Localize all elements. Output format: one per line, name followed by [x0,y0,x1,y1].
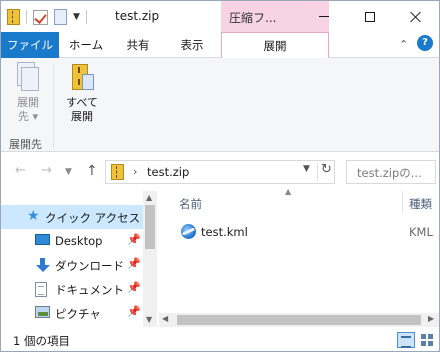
ribbon-divider [53,64,54,148]
toolbar-separator [85,10,87,24]
explorer-window: ▼ test.zip 圧縮フ... ファイル ホーム 共有 表示 展開 ⌃ ? … [0,0,440,352]
address-dropdown-icon[interactable]: ▼ [303,164,310,174]
expand-ribbon-chevron-icon[interactable]: ⌃ [399,38,408,51]
tab-home[interactable]: ホーム [59,32,113,58]
title-bar: ▼ test.zip 圧縮フ... [1,1,439,32]
download-icon [35,258,50,273]
ribbon-panel: 展開 先 ▾ すべて 展開 展開先 [1,58,439,152]
scrollbar-thumb[interactable] [177,315,421,325]
navigation-pane: ★ クイック アクセス Desktop 📌 ダウンロード 📌 ドキュメント 📌 … [1,191,157,327]
extract-to-label-2: 先 ▾ [17,110,39,123]
search-box[interactable]: test.zipの... [346,160,436,184]
properties-icon[interactable] [33,9,48,25]
minimize-icon [319,16,329,17]
toolbar-separator [26,10,27,24]
back-arrow-icon[interactable]: ← [15,163,26,178]
file-type: KML [409,225,433,239]
zip-folder-icon [7,9,20,25]
address-bar[interactable]: › test.zip ▼ ↻ [105,160,335,184]
ribbon-group-label: 展開先 [9,138,42,151]
ribbon-tabs: ファイル ホーム 共有 表示 展開 [1,32,439,59]
new-folder-icon[interactable] [54,9,67,25]
item-count: 1 個の項目 [13,334,70,348]
window-title: test.zip [115,9,160,23]
tab-extract[interactable]: 展開 [221,32,329,59]
refresh-icon[interactable]: ↻ [317,162,335,182]
details-view-icon[interactable] [397,332,415,348]
forward-arrow-icon[interactable]: → [41,163,52,178]
scrollbar-thumb[interactable] [145,205,155,249]
scroll-down-icon[interactable]: ▼ [146,315,152,324]
nav-item-pictures[interactable]: ピクチャ 📌 [1,301,143,325]
file-name: test.kml [201,225,248,239]
pin-icon[interactable]: 📌 [127,257,141,270]
column-header-type[interactable]: 種類 [409,196,432,212]
file-list-horizontal-scrollbar[interactable]: ◀ ▶ [159,313,439,327]
maximize-icon [365,11,375,22]
extract-all-button[interactable]: すべて 展開 [59,62,105,124]
nav-item-label: クイック アクセス [45,211,141,225]
file-row[interactable]: test.kml KML [159,221,439,243]
scroll-right-icon[interactable]: ▶ [428,314,434,323]
extract-all-label: すべて [66,96,98,109]
up-arrow-icon[interactable]: ↑ [86,163,98,179]
extract-all-label-2: 展開 [71,110,93,123]
close-icon [410,11,422,23]
nav-item-label: ダウンロード [55,259,124,273]
quick-access-toolbar: ▼ [7,7,87,27]
scroll-up-icon[interactable]: ▲ [146,193,152,202]
star-icon: ★ [27,208,40,224]
navigation-bar: ← → ▼ ↑ › test.zip ▼ ↻ test.zipの... [1,157,439,187]
column-header-name[interactable]: 名前 [179,196,202,212]
minimize-button[interactable] [301,1,347,32]
nav-item-label: Desktop [55,234,103,248]
extract-to-button[interactable]: 展開 先 ▾ [7,62,49,124]
address-path[interactable]: test.zip [147,165,189,179]
close-button[interactable] [393,1,439,32]
pin-icon[interactable]: 📌 [127,281,141,294]
breadcrumb-chevron-icon[interactable]: › [133,165,137,178]
zip-folder-icon [111,164,124,180]
status-bar: 1 個の項目 [1,329,439,351]
help-icon[interactable]: ? [417,35,433,51]
search-placeholder[interactable]: test.zipの... [357,165,422,181]
nav-item-desktop[interactable]: Desktop 📌 [1,229,143,253]
tab-share[interactable]: 共有 [113,32,163,58]
nav-item-downloads[interactable]: ダウンロード 📌 [1,253,143,277]
scroll-left-icon[interactable]: ◀ [162,314,168,323]
document-icon [35,282,47,297]
nav-item-quick-access[interactable]: ★ クイック アクセス [1,205,143,229]
file-list: ▲ 名前 種類 test.kml KML [159,187,439,313]
pin-icon[interactable]: 📌 [127,305,141,318]
nav-item-label: ドキュメント [55,283,124,297]
extract-to-icon [15,62,41,94]
extract-to-label: 展開 [17,96,39,109]
pictures-icon [35,306,50,318]
sort-ascending-icon: ▲ [285,187,292,196]
recent-locations-chevron-icon[interactable]: ▼ [65,167,72,177]
nav-item-label: ピクチャ [55,307,101,321]
tab-file[interactable]: ファイル [1,32,59,58]
pin-icon[interactable]: 📌 [127,233,141,246]
tab-view[interactable]: 表示 [163,32,221,58]
column-divider[interactable] [402,191,403,213]
desktop-icon [35,234,50,245]
customize-toolbar-arrow-icon[interactable]: ▼ [73,12,80,22]
extract-all-icon [69,62,95,94]
maximize-button[interactable] [347,1,393,32]
kml-file-icon [181,224,196,239]
nav-pane-scrollbar[interactable]: ▲ ▼ [143,191,157,327]
nav-item-documents[interactable]: ドキュメント 📌 [1,277,143,301]
large-icons-view-icon[interactable] [419,332,435,348]
